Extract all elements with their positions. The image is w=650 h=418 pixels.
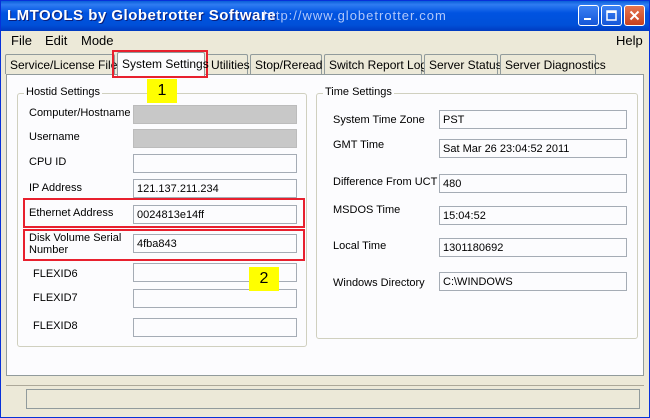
- tab-server-status[interactable]: Server Status: [424, 54, 502, 74]
- menu-help[interactable]: Help: [616, 33, 643, 48]
- ip-address-field[interactable]: 121.137.211.234: [133, 179, 297, 198]
- ip-address-label: IP Address: [29, 182, 82, 194]
- lmtools-window: LMTOOLS by Globetrotter Software http://…: [0, 0, 650, 418]
- time-settings-title: Time Settings: [323, 86, 394, 98]
- menu-file[interactable]: File: [11, 33, 32, 48]
- gmt-time-label: GMT Time: [333, 139, 385, 151]
- annotation-badge-1: 1: [147, 79, 177, 103]
- tab-stop-reread[interactable]: Stop/Reread: [250, 54, 322, 74]
- status-pane: [26, 389, 640, 409]
- minimize-button[interactable]: [578, 5, 599, 26]
- hostid-settings-title: Hostid Settings: [24, 86, 102, 98]
- msdos-time-label: MSDOS Time: [333, 204, 401, 216]
- flexid8-field[interactable]: [133, 318, 297, 337]
- window-title-url: http://www.globetrotter.com: [263, 8, 447, 23]
- menu-mode[interactable]: Mode: [81, 33, 114, 48]
- msdos-time-field[interactable]: 15:04:52: [439, 206, 627, 225]
- maximize-icon: [606, 10, 617, 21]
- difference-from-uct-field[interactable]: 480: [439, 174, 627, 193]
- cpu-id-label: CPU ID: [29, 156, 67, 168]
- local-time-field[interactable]: 1301180692: [439, 238, 627, 257]
- flexid8-label: FLEXID8: [33, 320, 78, 332]
- menu-bar: File Edit Mode Help: [1, 31, 649, 49]
- computer-hostname-label: Computer/Hostname: [29, 107, 131, 119]
- tab-service-license-file[interactable]: Service/License File: [5, 54, 117, 74]
- minimize-icon: [584, 18, 591, 20]
- disk-serial-highlight-box: [23, 229, 305, 261]
- close-button[interactable]: [624, 5, 645, 26]
- ethernet-highlight-box: [23, 198, 305, 228]
- username-field[interactable]: [133, 129, 297, 148]
- window-title: LMTOOLS by Globetrotter Software: [7, 7, 277, 24]
- tab-switch-report-log[interactable]: Switch Report Log: [324, 54, 427, 74]
- username-label: Username: [29, 131, 80, 143]
- maximize-button[interactable]: [601, 5, 622, 26]
- flexid7-label: FLEXID7: [33, 292, 78, 304]
- tab-server-diagnostics[interactable]: Server Diagnostics: [500, 54, 606, 74]
- windows-directory-label: Windows Directory: [333, 277, 425, 289]
- tab-utilities[interactable]: Utilities: [206, 54, 250, 74]
- tab-system-settings[interactable]: System Settings: [117, 52, 209, 76]
- computer-hostname-field[interactable]: [133, 105, 297, 124]
- windows-directory-field[interactable]: C:\WINDOWS: [439, 272, 627, 291]
- system-settings-panel: Hostid Settings Computer/Hostname Userna…: [6, 74, 644, 376]
- gmt-time-field[interactable]: Sat Mar 26 23:04:52 2011: [439, 139, 627, 158]
- cpu-id-field[interactable]: [133, 154, 297, 173]
- system-time-zone-label: System Time Zone: [333, 114, 425, 126]
- difference-from-uct-label: Difference From UCT: [333, 176, 438, 188]
- close-icon: [629, 10, 640, 21]
- title-bar[interactable]: LMTOOLS by Globetrotter Software http://…: [1, 1, 649, 31]
- local-time-label: Local Time: [333, 240, 387, 252]
- menu-edit[interactable]: Edit: [45, 33, 67, 48]
- system-time-zone-field[interactable]: PST: [439, 110, 627, 129]
- status-bar: [6, 385, 644, 409]
- flexid7-field[interactable]: [133, 289, 297, 308]
- flexid6-label: FLEXID6: [33, 268, 78, 280]
- annotation-badge-2: 2: [249, 267, 279, 291]
